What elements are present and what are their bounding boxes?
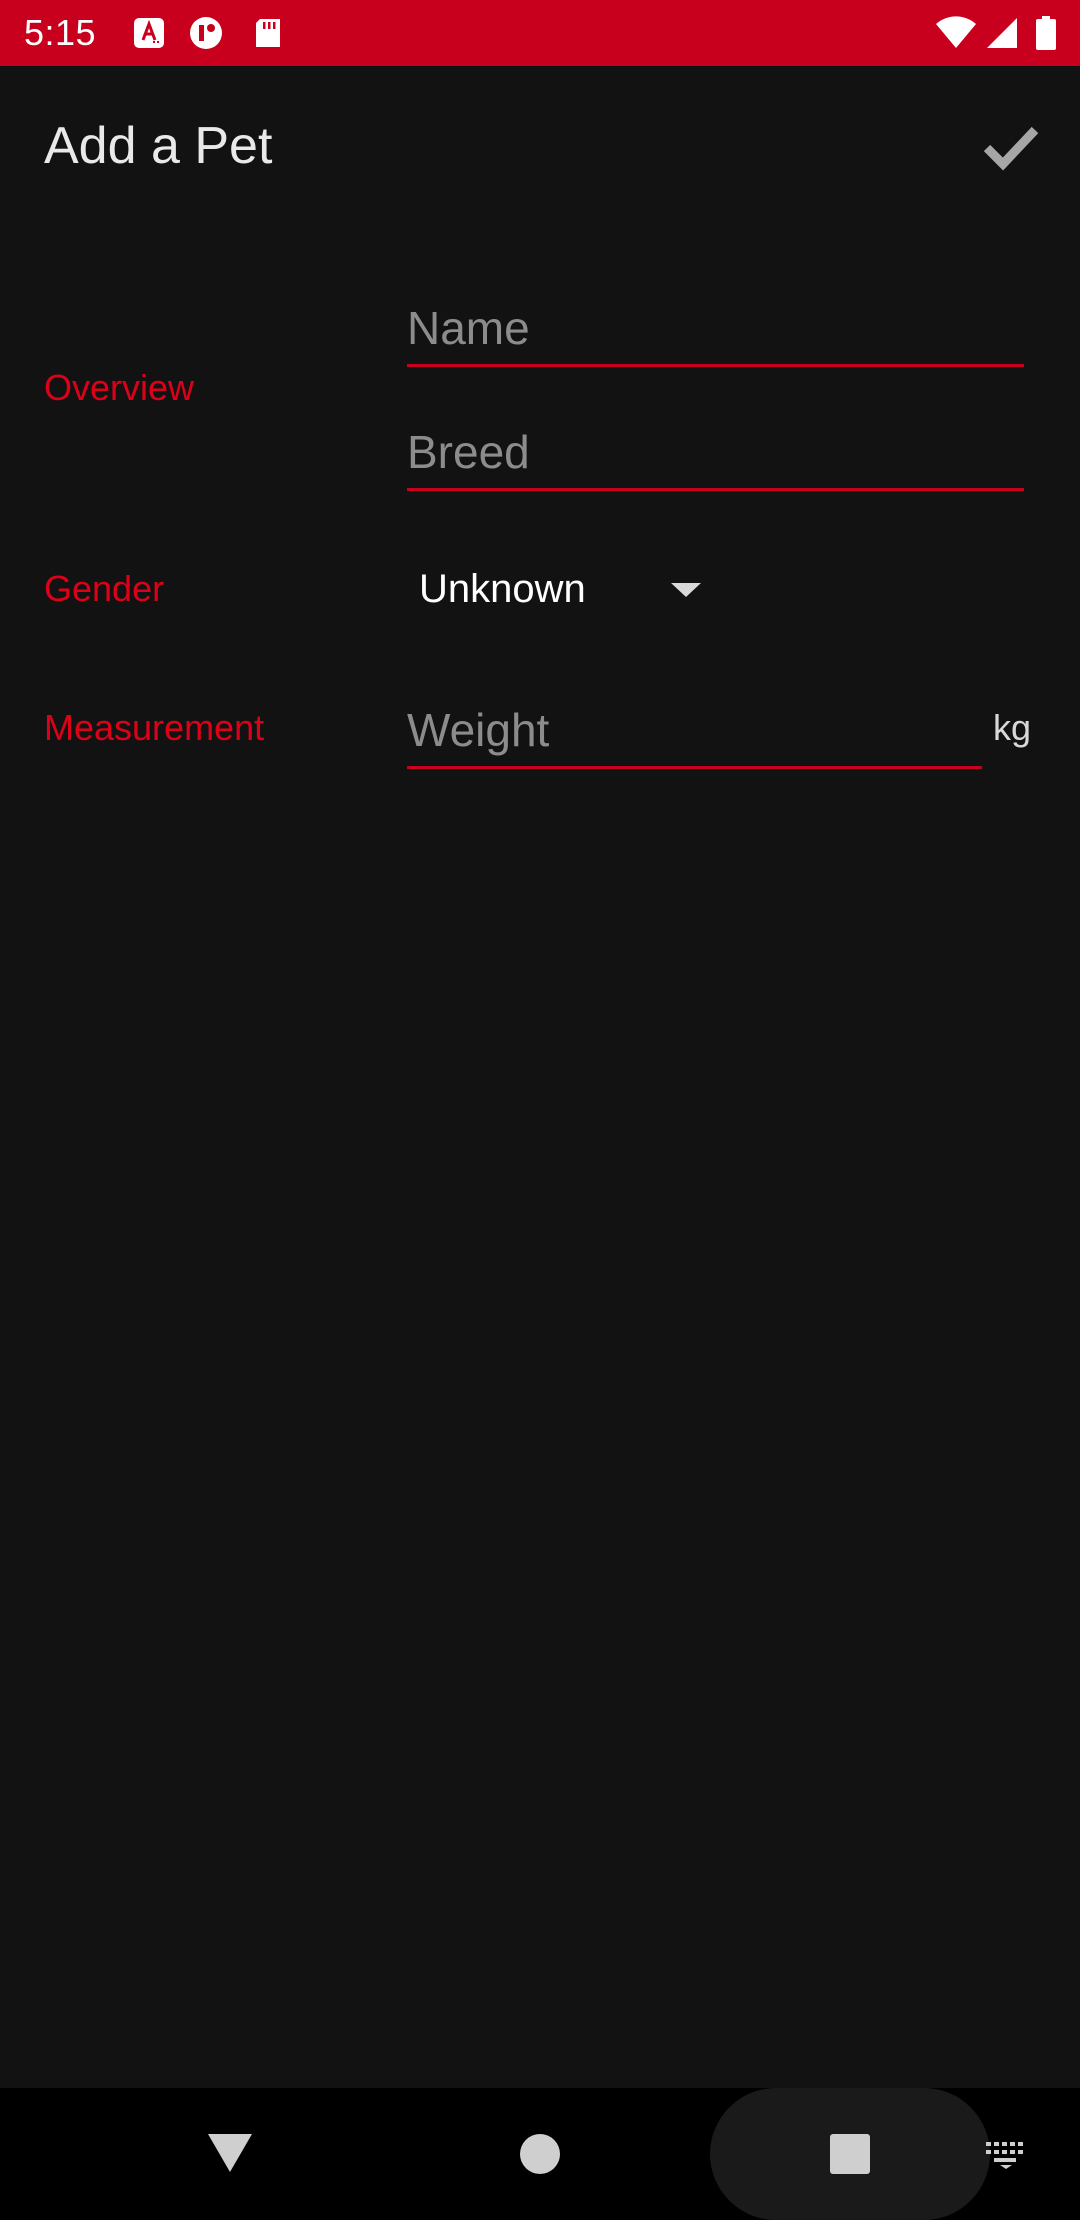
- keyboard-switch-button[interactable]: [984, 2140, 1030, 2170]
- battery-icon: [1034, 15, 1058, 51]
- home-icon: [518, 2134, 562, 2180]
- dropdown-arrow-icon: [671, 583, 701, 597]
- weight-field-container: [407, 694, 982, 769]
- status-bar: 5:15: [0, 0, 1080, 66]
- breed-input[interactable]: [407, 416, 1024, 488]
- name-input[interactable]: [407, 292, 1024, 364]
- gender-dropdown[interactable]: Unknown: [407, 555, 727, 625]
- recents-icon: [828, 2134, 872, 2180]
- save-pet-button[interactable]: [970, 112, 1052, 188]
- recents-button[interactable]: [828, 2132, 872, 2176]
- system-navigation-bar: [0, 2088, 1080, 2220]
- weight-input[interactable]: [407, 694, 982, 766]
- keyboard-icon: [984, 2142, 1030, 2174]
- accessibility-app-icon: [131, 15, 167, 51]
- notification-app-icon: [188, 15, 224, 51]
- measurement-label: Measurement: [44, 707, 265, 748]
- add-pet-screen: 5:15 Add a Pet Overview Name Breed Gende…: [0, 0, 1080, 2220]
- back-button[interactable]: [200, 2128, 260, 2178]
- sd-card-icon: [250, 15, 286, 51]
- page-title: Add a Pet: [44, 117, 273, 175]
- wifi-icon: [934, 15, 978, 51]
- name-field-container: [407, 292, 1024, 367]
- weight-unit-label: kg: [993, 707, 1032, 748]
- cell-signal-icon: [984, 15, 1020, 51]
- gender-label: Gender: [44, 568, 165, 609]
- back-icon: [200, 2134, 260, 2182]
- breed-field-container: [407, 416, 1024, 491]
- overview-label: Overview: [44, 367, 195, 408]
- gender-selected-value: Unknown: [419, 567, 586, 611]
- app-bar: Add a Pet: [0, 66, 1080, 226]
- checkmark-icon: [983, 124, 1039, 177]
- home-button[interactable]: [518, 2132, 562, 2176]
- status-time: 5:15: [24, 12, 97, 53]
